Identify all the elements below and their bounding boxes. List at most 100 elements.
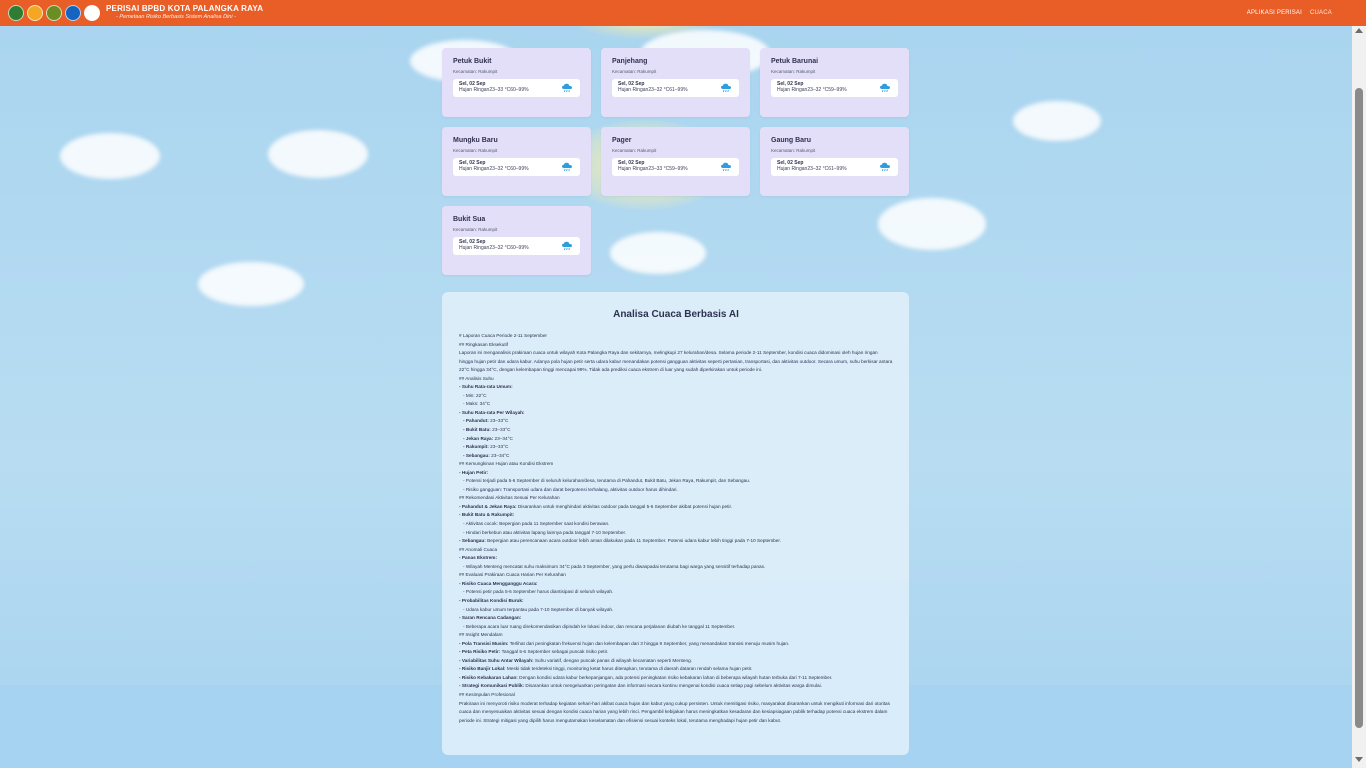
scroll-up-icon[interactable] (1355, 28, 1363, 33)
forecast-temp: 23–32 °C (489, 166, 511, 172)
district-label: Kecamatan: Rakumpit (771, 148, 816, 153)
report-line: ## Ringkasan Eksekutif (459, 341, 893, 350)
report-line-text: Disarankan untuk mengeluarkan peringatan… (524, 683, 822, 689)
location-card[interactable]: Mungku Baru Kecamatan: Rakumpit Sel, 02 Se… (442, 127, 591, 196)
report-line-label: - Suhu Rata-rata Per Wilayah: (459, 409, 525, 415)
report-line-text: - Udara kabur umum terpantau pada 7-10 S… (463, 606, 614, 612)
forecast-temp: 23–33 °C (489, 87, 511, 93)
district-label: Kecamatan: Rakumpit (453, 148, 498, 153)
location-card[interactable]: Petuk Bukit Kecamatan: Rakumpit Sel, 02 Se… (442, 48, 591, 117)
report-line: - Bukit Batu: 23–33°C (459, 426, 893, 435)
report-line-text: - Hindari berkebun atau aktivitas lapang… (463, 529, 627, 535)
report-line: - Pola Transisi Musim: Terlihat dari pen… (459, 640, 893, 649)
app-subtitle: - Pemetaan Risiko Berbasis Sistem Analis… (116, 14, 236, 21)
report-line: - Bukit Batu & Rakumpit: (459, 511, 893, 520)
analysis-title: Analisa Cuaca Berbasis AI (613, 309, 739, 320)
forecast-condition: Hujan Ringan (618, 87, 649, 93)
scroll-down-icon[interactable] (1355, 757, 1363, 762)
report-line-text: Dengan kondisi udara kabur berkepanjanga… (517, 674, 833, 680)
report-line: - Beberapa acara luar ruang direkomendas… (459, 623, 893, 632)
report-line-label: - Saran Rencana Cadangan: (459, 615, 522, 621)
report-line: - Sebangau: 23–34°C (459, 452, 893, 461)
rain-cloud-icon (562, 241, 572, 251)
district-label: Kecamatan: Rakumpit (612, 69, 657, 74)
report-line-label: - Jekan Raya: (463, 435, 494, 441)
forecast-humidity: 59–99% (828, 87, 847, 93)
report-line-text: - Risiko gangguan: Transportasi udara da… (463, 486, 678, 492)
report-line: - Potensi terjadi pada 5-6 September di … (459, 477, 893, 486)
forecast-humidity: 60–99% (510, 87, 529, 93)
forecast-detail: Hujan Ringan23–32 °C61–99% (777, 167, 892, 172)
report-line: - Potensi petir pada 5-6 September harus… (459, 588, 893, 597)
forecast-row: Sel, 02 Sep Hujan Ringan23–32 °C60–99% (453, 158, 580, 176)
kota-palangka-raya-logo (8, 5, 24, 21)
forecast-temp: 23–32 °C (807, 166, 829, 172)
location-card[interactable]: Gaung Baru Kecamatan: Rakumpit Sel, 02 Sep… (760, 127, 909, 196)
forecast-row: Sel, 02 Sep Hujan Ringan23–33 °C60–99% (453, 79, 580, 97)
report-line: - Risiko Kebakaran Lahan: Dengan kondisi… (459, 674, 893, 683)
ai-analysis-panel: Analisa Cuaca Berbasis AI # Laporan Cuac… (442, 292, 909, 755)
forecast-row: Sel, 02 Sep Hujan Ringan23–32 °C60–99% (453, 237, 580, 255)
report-line: - Aktivitas cocok: Bepergian pada 11 Sep… (459, 520, 893, 529)
report-line: - Pahandut & Jekan Raya: Disarankan untu… (459, 503, 893, 512)
bmkg-logo (65, 5, 81, 21)
report-line-text: 23–34°C (493, 435, 513, 441)
cloud-decoration (1013, 101, 1101, 141)
report-line-text: 23–34°C (489, 452, 510, 458)
report-line: - Strategi Komunikasi Publik: Disarankan… (459, 682, 893, 691)
location-card[interactable]: Panjehang Kecamatan: Rakumpit Sel, 02 Sep H… (601, 48, 750, 117)
report-line-text: - Potensi petir pada 5-6 September harus… (463, 589, 614, 595)
report-line: ## Kesimpulan Profesional (459, 691, 893, 700)
report-line: - Pahandut: 23–33°C (459, 417, 893, 426)
scroll-thumb[interactable] (1355, 88, 1363, 728)
report-line-label: - Sebangau: (463, 452, 490, 458)
forecast-humidity: 61–99% (669, 87, 688, 93)
report-line-label: - Bukit Batu: (463, 427, 491, 433)
forecast-row: Sel, 02 Sep Hujan Ringan23–33 °C59–99% (612, 158, 739, 176)
report-line-text: 23–33°C (488, 418, 509, 424)
location-name: Bukit Sua (453, 216, 486, 223)
rain-cloud-icon (721, 162, 731, 172)
rain-cloud-icon (562, 83, 572, 93)
report-line-label: - Sebangau: (459, 538, 486, 544)
report-line-text: ## Analisis Suhu (459, 375, 494, 381)
nav-cuaca[interactable]: CUACA (1310, 10, 1332, 16)
cloud-decoration (198, 262, 304, 306)
report-line-text: ## Anomali Cuaca (459, 546, 498, 552)
forecast-humidity: 61–99% (828, 166, 847, 172)
report-line-label: - Rakumpit: (463, 444, 489, 450)
report-line-text: Tanggal 5-6 September sebagai puncak ris… (500, 649, 609, 655)
report-line-text: 23–33°C (490, 427, 511, 433)
forecast-detail: Hujan Ringan23–32 °C60–99% (459, 246, 574, 251)
rain-cloud-icon (880, 83, 890, 93)
report-line: - Risiko Cuaca Mengganggu Acara: (459, 580, 893, 589)
forecast-condition: Hujan Ringan (777, 166, 808, 172)
forecast-condition: Hujan Ringan (459, 166, 490, 172)
forecast-humidity: 60–99% (510, 166, 529, 172)
location-card[interactable]: Petuk Barunai Kecamatan: Rakumpit Sel, 02 … (760, 48, 909, 117)
forecast-row: Sel, 02 Sep Hujan Ringan23–32 °C61–99% (771, 158, 898, 176)
location-card[interactable]: Pager Kecamatan: Rakumpit Sel, 02 Sep Hujan… (601, 127, 750, 196)
perisai-logo (84, 5, 100, 21)
district-label: Kecamatan: Rakumpit (612, 148, 657, 153)
forecast-detail: Hujan Ringan23–32 °C61–99% (618, 88, 733, 93)
location-name: Pager (612, 137, 632, 144)
brand[interactable]: PERISAI BPBD KOTA PALANGKA RAYA - Pemeta… (106, 5, 263, 21)
report-line-text: Prakiraan ini menyoroti risiko moderat t… (459, 700, 890, 723)
report-line: - Peta Risiko Petir: Tanggal 5-6 Septemb… (459, 648, 893, 657)
report-line: - Min: 22°C (459, 392, 893, 401)
nav-aplikasi-perisai[interactable]: APLIKASI PERISAI (1247, 10, 1302, 16)
report-line-label: - Bukit Batu & Rakumpit: (459, 512, 515, 518)
forecast-detail: Hujan Ringan23–32 °C59–99% (777, 88, 892, 93)
forecast-condition: Hujan Ringan (459, 87, 490, 93)
report-line-text: # Laporan Cuaca Periode 2-11 September (459, 333, 547, 338)
report-line-text: Bepergian atau perencanaan acara outdoor… (485, 538, 782, 544)
report-line: ## Rekomendasi Aktivitas Sesuai Per Kelu… (459, 494, 893, 503)
location-card[interactable]: Bukit Sua Kecamatan: Rakumpit Sel, 02 Sep H… (442, 206, 591, 275)
rain-cloud-icon (562, 162, 572, 172)
app-title: PERISAI BPBD KOTA PALANGKA RAYA (106, 4, 264, 14)
report-line-text: ## Kesimpulan Profesional (459, 691, 515, 697)
report-line-text: ## Evaluasi Prakiraan Cuaca Harian Per K… (459, 572, 566, 578)
report-line: - Risiko gangguan: Transportasi udara da… (459, 486, 893, 495)
report-line-text: - Min: 22°C (463, 392, 487, 398)
